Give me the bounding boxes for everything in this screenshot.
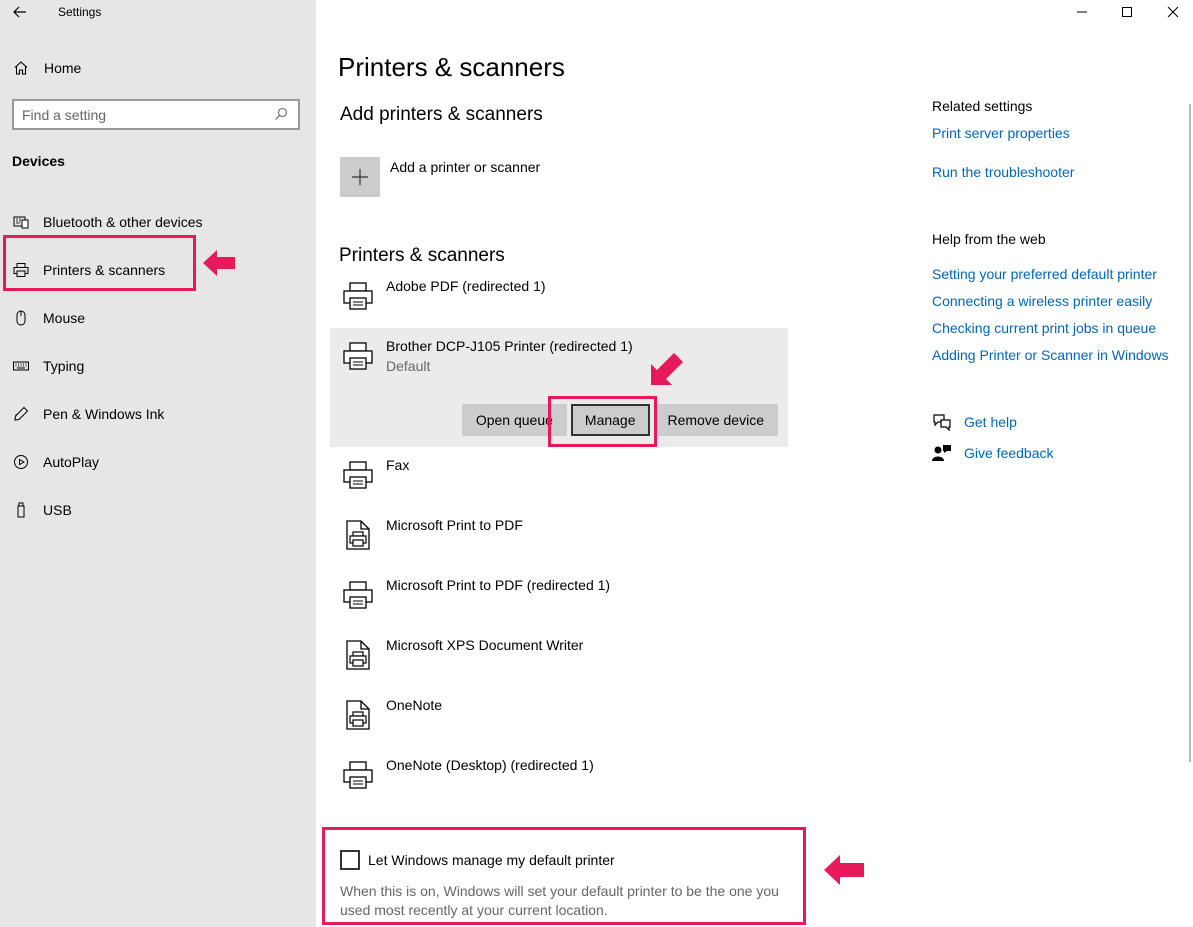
remove-device-button[interactable]: Remove device bbox=[653, 404, 778, 436]
document-printer-icon bbox=[346, 520, 370, 550]
printer-item-fax[interactable]: Fax bbox=[330, 447, 788, 507]
default-printer-setting: Let Windows manage my default printer Wh… bbox=[340, 850, 800, 920]
sidebar: Settings Home Devices Bluetooth & other … bbox=[0, 0, 316, 927]
manage-button[interactable]: Manage bbox=[570, 404, 650, 436]
sidebar-item-autoplay[interactable]: AutoPlay bbox=[0, 438, 316, 486]
printer-icon bbox=[343, 282, 373, 310]
get-help-icon bbox=[933, 414, 951, 431]
printer-item-ms-print-to-pdf-redirected[interactable]: Microsoft Print to PDF (redirected 1) bbox=[330, 567, 788, 627]
sidebar-item-label: AutoPlay bbox=[43, 454, 100, 470]
sidebar-item-label: Mouse bbox=[43, 310, 86, 326]
printer-name: OneNote bbox=[386, 697, 443, 713]
sidebar-item-bluetooth[interactable]: Bluetooth & other devices bbox=[0, 198, 316, 246]
printer-name: Microsoft Print to PDF (redirected 1) bbox=[386, 577, 611, 593]
give-feedback-link[interactable]: Give feedback bbox=[932, 444, 1054, 462]
printer-actions: Open queue Manage Remove device bbox=[461, 404, 778, 436]
sidebar-item-label: Bluetooth & other devices bbox=[43, 214, 203, 230]
search-box[interactable] bbox=[12, 99, 300, 130]
printer-icon bbox=[343, 461, 373, 489]
link-run-troubleshooter[interactable]: Run the troubleshooter bbox=[932, 164, 1074, 180]
sidebar-item-label: Printers & scanners bbox=[43, 262, 166, 278]
link-print-server-properties[interactable]: Print server properties bbox=[932, 125, 1070, 141]
printer-name: Brother DCP-J105 Printer (redirected 1) bbox=[386, 338, 633, 354]
get-help-label: Get help bbox=[964, 414, 1017, 430]
sidebar-item-label: Typing bbox=[43, 358, 85, 374]
nav-list: Bluetooth & other devices Printers & sca… bbox=[0, 198, 316, 534]
printer-name: Adobe PDF (redirected 1) bbox=[386, 278, 546, 294]
link-adding-printer[interactable]: Adding Printer or Scanner in Windows bbox=[932, 347, 1169, 363]
help-from-web-title: Help from the web bbox=[932, 231, 1046, 247]
add-printer-label: Add a printer or scanner bbox=[390, 159, 541, 175]
autoplay-icon bbox=[12, 453, 30, 471]
sidebar-item-usb[interactable]: USB bbox=[0, 486, 316, 534]
sidebar-item-mouse[interactable]: Mouse bbox=[0, 294, 316, 342]
sidebar-item-pen[interactable]: Pen & Windows Ink bbox=[0, 390, 316, 438]
back-arrow-icon bbox=[13, 6, 26, 18]
page-title: Printers & scanners bbox=[338, 52, 565, 82]
printer-icon bbox=[343, 761, 373, 789]
nav-home-label: Home bbox=[44, 60, 82, 76]
search-input[interactable] bbox=[22, 106, 274, 123]
nav-home[interactable]: Home bbox=[12, 56, 81, 80]
home-icon bbox=[12, 60, 30, 76]
printer-icon bbox=[343, 581, 373, 609]
default-printer-checkbox[interactable] bbox=[340, 850, 360, 870]
feedback-icon bbox=[932, 445, 951, 461]
add-section-title: Add printers & scanners bbox=[340, 104, 543, 125]
default-printer-label: Let Windows manage my default printer bbox=[368, 852, 615, 868]
document-printer-icon bbox=[346, 700, 370, 730]
printers-list-title: Printers & scanners bbox=[339, 245, 505, 266]
sidebar-item-label: Pen & Windows Ink bbox=[43, 406, 165, 422]
printer-icon bbox=[12, 261, 30, 279]
printer-name: Microsoft Print to PDF bbox=[386, 517, 523, 533]
mouse-icon bbox=[12, 309, 30, 327]
related-settings-title: Related settings bbox=[932, 98, 1033, 114]
document-printer-icon bbox=[346, 640, 370, 670]
printer-item-brother[interactable]: Brother DCP-J105 Printer (redirected 1) … bbox=[330, 328, 788, 447]
link-wireless-printer[interactable]: Connecting a wireless printer easily bbox=[932, 293, 1152, 309]
give-feedback-label: Give feedback bbox=[964, 445, 1054, 461]
printer-item-onenote[interactable]: OneNote bbox=[330, 687, 788, 747]
printer-item-adobe-pdf[interactable]: Adobe PDF (redirected 1) bbox=[330, 268, 788, 328]
get-help-link[interactable]: Get help bbox=[932, 413, 1017, 431]
scrollbar[interactable] bbox=[1189, 104, 1191, 762]
keyboard-icon bbox=[12, 357, 30, 375]
sidebar-item-typing[interactable]: Typing bbox=[0, 342, 316, 390]
bluetooth-devices-icon bbox=[12, 213, 30, 231]
plus-icon bbox=[340, 157, 380, 197]
sidebar-item-printers[interactable]: Printers & scanners bbox=[0, 246, 316, 294]
printer-icon bbox=[343, 342, 373, 370]
printer-name: Fax bbox=[386, 457, 410, 473]
printer-default-label: Default bbox=[386, 358, 431, 374]
printer-item-onenote-desktop[interactable]: OneNote (Desktop) (redirected 1) bbox=[330, 747, 788, 807]
usb-icon bbox=[12, 501, 30, 519]
section-label-devices: Devices bbox=[12, 153, 65, 169]
printer-item-ms-print-to-pdf[interactable]: Microsoft Print to PDF bbox=[330, 507, 788, 567]
link-print-jobs-queue[interactable]: Checking current print jobs in queue bbox=[932, 320, 1156, 336]
printer-name: OneNote (Desktop) (redirected 1) bbox=[386, 757, 594, 773]
printer-item-ms-xps[interactable]: Microsoft XPS Document Writer bbox=[330, 627, 788, 687]
open-queue-button[interactable]: Open queue bbox=[461, 404, 567, 436]
printer-list: Adobe PDF (redirected 1) Brother DCP-J10… bbox=[330, 268, 788, 807]
link-preferred-default-printer[interactable]: Setting your preferred default printer bbox=[932, 266, 1157, 282]
back-button[interactable] bbox=[8, 2, 32, 22]
pen-icon bbox=[12, 405, 30, 423]
add-printer-button[interactable]: Add a printer or scanner bbox=[340, 157, 540, 197]
default-printer-description: When this is on, Windows will set your d… bbox=[340, 883, 779, 918]
default-printer-checkbox-row[interactable]: Let Windows manage my default printer bbox=[340, 850, 800, 870]
search-icon[interactable] bbox=[274, 107, 290, 123]
sidebar-item-label: USB bbox=[43, 502, 72, 518]
app-title: Settings bbox=[58, 5, 102, 19]
printer-name: Microsoft XPS Document Writer bbox=[386, 637, 584, 653]
